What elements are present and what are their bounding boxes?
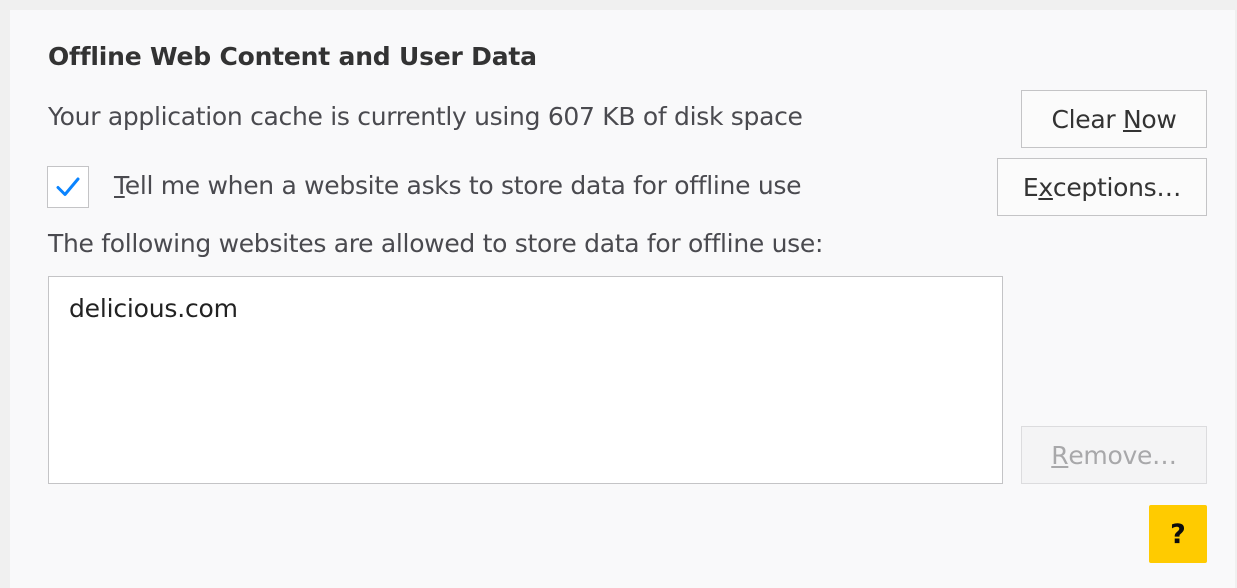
- help-button[interactable]: ?: [1149, 505, 1207, 563]
- exceptions-button[interactable]: Ex ceptions…: [997, 158, 1207, 216]
- notify-offline-checkbox[interactable]: [47, 166, 89, 208]
- list-item[interactable]: delicious.com: [49, 277, 1002, 323]
- clear-now-accel-key: N: [1122, 104, 1142, 134]
- checkmark-icon: [56, 177, 80, 196]
- exceptions-label-part: ceptions…: [1052, 172, 1182, 202]
- section-title: Offline Web Content and User Data: [48, 42, 537, 71]
- allowed-websites-label: The following websites are allowed to st…: [48, 229, 824, 258]
- notify-label-text: ell me when a website asks to store data…: [124, 171, 802, 200]
- exceptions-label-part: E: [1022, 172, 1039, 202]
- notify-accel-key: T: [114, 171, 125, 200]
- cache-usage-text: Your application cache is currently usin…: [48, 102, 803, 131]
- notify-offline-checkbox-label[interactable]: Tell me when a website asks to store dat…: [114, 171, 801, 200]
- remove-button[interactable]: Remove…: [1021, 426, 1207, 484]
- exceptions-accel-key: x: [1038, 172, 1053, 202]
- clear-now-button[interactable]: Clear Now: [1021, 90, 1207, 148]
- remove-label-part: emove…: [1068, 440, 1177, 470]
- clear-now-label-part: ow: [1141, 104, 1177, 134]
- clear-now-label-part: Clear: [1051, 104, 1123, 134]
- remove-accel-key: R: [1051, 440, 1069, 470]
- allowed-websites-list[interactable]: delicious.com: [48, 276, 1003, 484]
